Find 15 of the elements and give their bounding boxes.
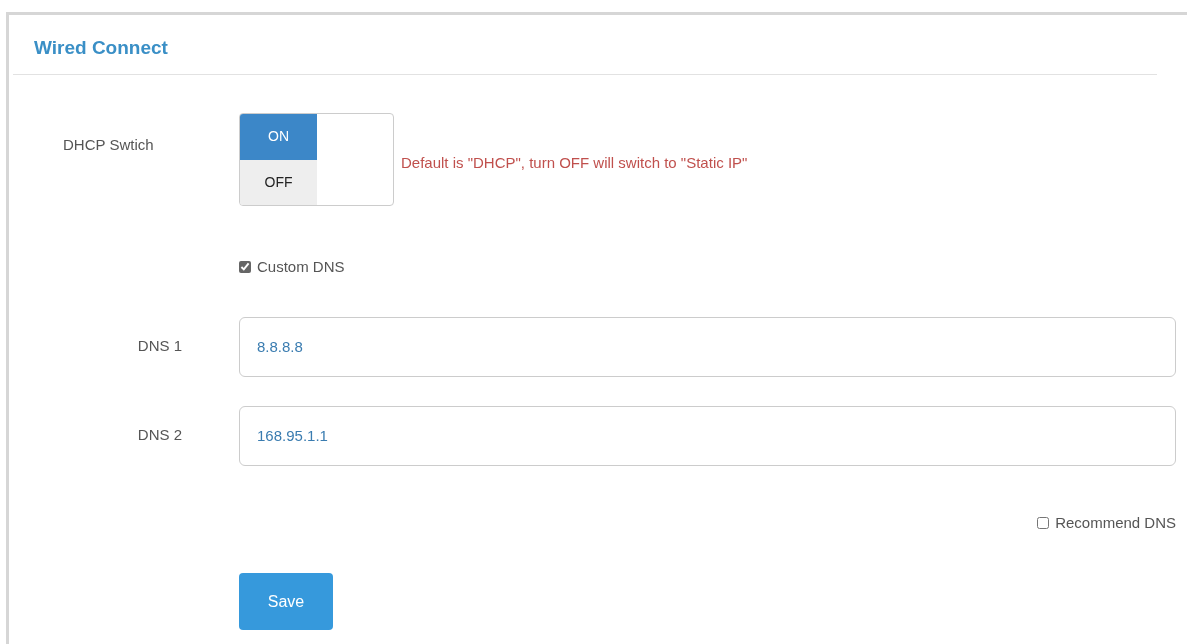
- dns-label: DNS 2: [137, 425, 182, 446]
- recommend-dns-label: Recommend DNS: [1055, 512, 1176, 533]
- dns-input[interactable]: 8.8.8.8: [239, 316, 1176, 377]
- dhcp-switch[interactable]: ON OFF: [239, 113, 394, 206]
- panel-title: Wired Connect: [34, 36, 169, 60]
- custom-dns-checkbox[interactable]: [239, 261, 251, 274]
- recommend-dns-checkbox[interactable]: [1037, 516, 1050, 529]
- off-option[interactable]: OFF: [240, 159, 317, 205]
- dhcp-hint: Default is "DHCP", turn OFF will switch to "Static IP": [401, 153, 748, 174]
- dhcp-label: DHCP Swtich: [63, 135, 155, 155]
- dns-label: DNS 1: [137, 336, 182, 357]
- on-option[interactable]: ON: [240, 114, 317, 160]
- custom-dns-label: Custom DNS: [257, 257, 345, 277]
- dns-input[interactable]: 168.95.1.1: [239, 405, 1176, 466]
- save-button[interactable]: Save: [239, 573, 333, 630]
